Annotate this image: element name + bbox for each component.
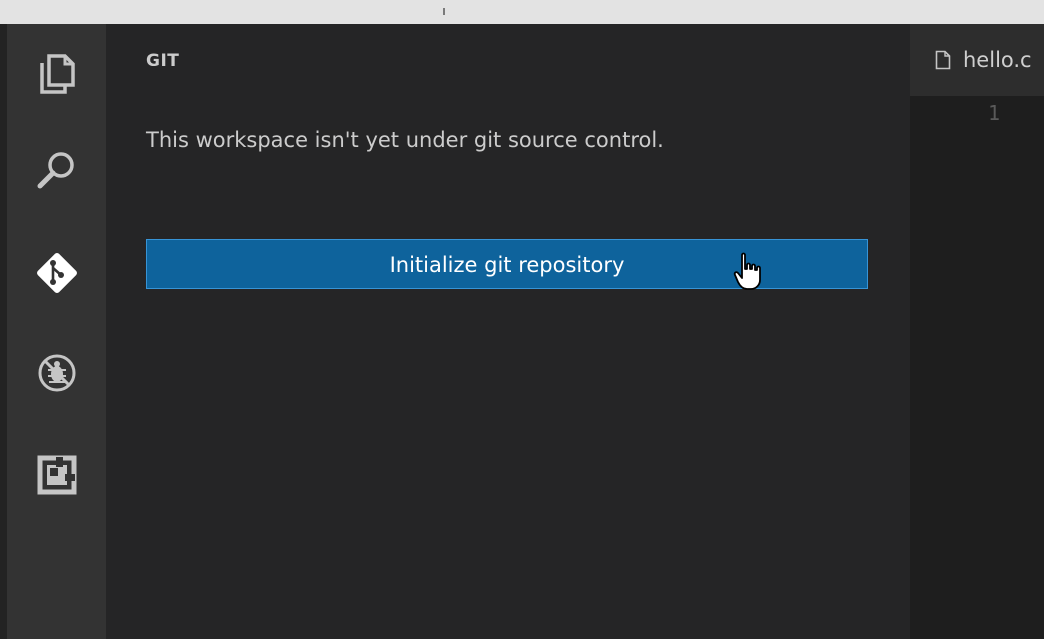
activity-git[interactable]	[7, 223, 106, 323]
git-icon	[33, 249, 81, 297]
no-repo-message: This workspace isn't yet under git sourc…	[146, 128, 664, 152]
activity-explorer[interactable]	[7, 24, 106, 124]
activity-bar	[7, 24, 106, 639]
search-icon	[35, 148, 79, 192]
editor-tabs: hello.c	[910, 24, 1044, 96]
activity-debug[interactable]	[7, 323, 106, 423]
tab-hello-c[interactable]: hello.c	[910, 24, 1044, 96]
tab-label: hello.c	[963, 48, 1032, 72]
extensions-icon	[36, 454, 78, 496]
debug-icon	[36, 352, 78, 394]
git-sidebar: GIT This workspace isn't yet under git s…	[106, 24, 910, 639]
window-left-edge	[0, 24, 7, 639]
vscode-window: GIT This workspace isn't yet under git s…	[0, 0, 1044, 639]
title-bar	[0, 0, 1044, 25]
editor-area: hello.c 1	[910, 24, 1044, 639]
sidebar-title: GIT	[146, 51, 180, 71]
activity-extensions[interactable]	[7, 425, 106, 525]
files-icon	[38, 53, 76, 95]
initialize-git-repository-button[interactable]: Initialize git repository	[146, 239, 868, 289]
activity-search[interactable]	[7, 120, 106, 220]
file-icon	[935, 50, 951, 70]
title-bar-handle	[443, 8, 445, 15]
line-number: 1	[987, 101, 1000, 125]
